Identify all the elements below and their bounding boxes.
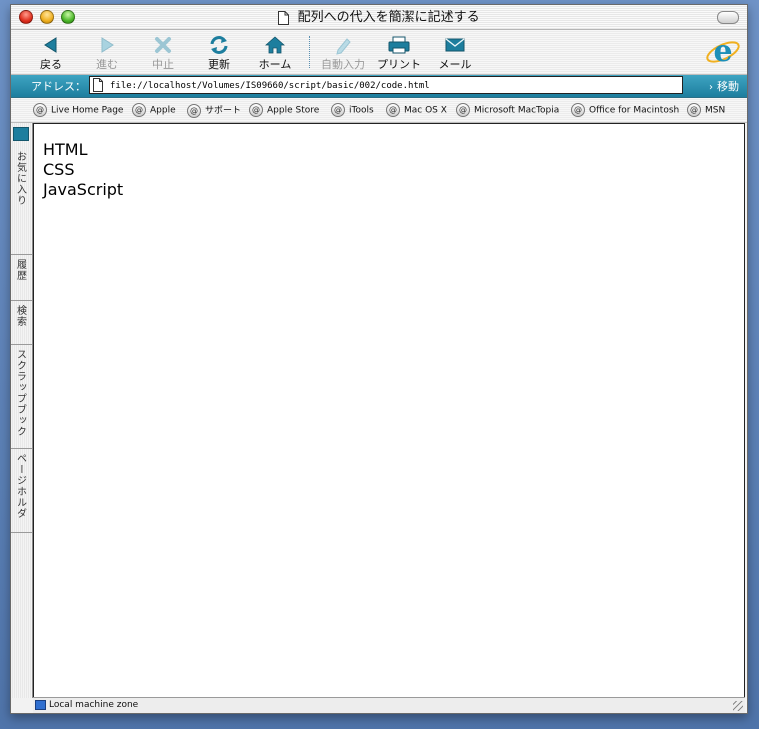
document-icon <box>278 10 290 25</box>
explorer-side-tabs: お気に入り 履歴 検索 スクラップブック ページホルダ <box>11 123 33 698</box>
refresh-button[interactable]: 更新 <box>191 33 247 73</box>
content-line: CSS <box>43 160 75 179</box>
forward-button[interactable]: 進む <box>79 33 135 73</box>
page-content: HTML CSS JavaScript <box>33 123 745 698</box>
stop-label: 中止 <box>152 58 174 71</box>
stop-button[interactable]: 中止 <box>135 33 191 73</box>
back-label: 戻る <box>40 58 62 71</box>
refresh-label: 更新 <box>208 58 230 71</box>
link-at-icon: @ <box>386 103 400 117</box>
print-button[interactable]: プリント <box>371 33 427 73</box>
zone-icon <box>35 700 46 710</box>
toolbar: 戻る 進む 中止 更新 ホーム 自動入力 プリント メール e <box>11 30 747 75</box>
favorite-link[interactable]: @ MSN <box>687 103 725 117</box>
resize-grip[interactable] <box>733 701 743 711</box>
status-bar: Local machine zone <box>33 697 745 713</box>
refresh-icon <box>210 36 228 54</box>
forward-label: 進む <box>96 58 118 71</box>
go-label: 移動 <box>717 80 739 93</box>
home-icon <box>265 36 285 54</box>
go-button[interactable]: › 移動 <box>709 78 739 94</box>
page-document-icon <box>93 78 103 92</box>
favorite-link[interactable]: @ Microsoft MacTopia <box>456 103 559 117</box>
browser-window: 配列への代入を簡潔に記述する 戻る 進む 中止 更新 ホーム 自動入力 プリント… <box>10 4 748 714</box>
link-at-icon: @ <box>187 103 201 118</box>
favorite-link[interactable]: @ Mac OS X <box>386 103 447 117</box>
printer-icon <box>388 36 410 54</box>
favorite-link[interactable]: @ Office for Macintosh <box>571 103 679 117</box>
side-tab-search[interactable]: 検索 <box>11 301 32 345</box>
toolbar-separator <box>309 36 310 68</box>
status-text: Local machine zone <box>49 700 139 710</box>
favorite-link[interactable]: @ Apple Store <box>249 103 319 117</box>
favorite-link[interactable]: @ iTools <box>331 103 374 117</box>
title-bar[interactable]: 配列への代入を簡潔に記述する <box>11 5 747 30</box>
link-at-icon: @ <box>687 103 701 117</box>
forward-arrow-icon <box>101 37 114 53</box>
back-button[interactable]: 戻る <box>23 33 79 73</box>
link-at-icon: @ <box>249 103 263 117</box>
favorite-link[interactable]: @ Live Home Page <box>33 103 123 117</box>
mail-envelope-icon <box>445 38 465 52</box>
print-label: プリント <box>377 58 421 71</box>
collapse-window-button[interactable] <box>717 11 739 24</box>
link-at-icon: @ <box>33 103 47 117</box>
home-label: ホーム <box>258 58 292 71</box>
back-arrow-icon <box>44 37 57 53</box>
internet-explorer-logo-icon: e <box>706 34 740 69</box>
content-line: HTML <box>43 140 88 159</box>
link-at-icon: @ <box>456 103 470 117</box>
side-tab-scrapbook[interactable]: スクラップブック <box>11 345 32 449</box>
link-at-icon: @ <box>132 103 146 117</box>
go-arrow-icon: › <box>709 82 713 93</box>
side-tab-page-holder[interactable]: ページホルダ <box>11 449 32 533</box>
favorite-link[interactable]: @ サポート <box>187 103 241 118</box>
home-button[interactable]: ホーム <box>247 33 303 73</box>
favorites-bar: @ Live Home Page @ Apple @ サポート @ Apple Stor… <box>11 98 747 123</box>
link-at-icon: @ <box>571 103 585 117</box>
content-line: JavaScript <box>43 180 124 199</box>
explorer-toggle-button[interactable] <box>13 127 29 141</box>
stop-x-icon <box>155 37 171 53</box>
address-bar: アドレス： file://localhost/Volumes/IS09660/s… <box>11 75 747 98</box>
window-title-area: 配列への代入を簡潔に記述する <box>11 9 747 26</box>
mail-button[interactable]: メール <box>427 33 483 73</box>
autofill-button[interactable]: 自動入力 <box>315 33 371 73</box>
autofill-label: 自動入力 <box>321 58 365 71</box>
side-tab-history[interactable]: 履歴 <box>11 255 32 301</box>
mail-label: メール <box>438 58 472 71</box>
favorite-link[interactable]: @ Apple <box>132 103 176 117</box>
svg-text:e: e <box>713 34 732 69</box>
window-title: 配列への代入を簡潔に記述する <box>297 10 480 25</box>
link-at-icon: @ <box>331 103 345 117</box>
pencil-icon <box>336 38 351 55</box>
address-input[interactable]: file://localhost/Volumes/IS09660/script/… <box>89 76 683 94</box>
side-tab-favorites[interactable]: お気に入り <box>11 147 32 255</box>
address-label: アドレス： <box>31 80 86 93</box>
